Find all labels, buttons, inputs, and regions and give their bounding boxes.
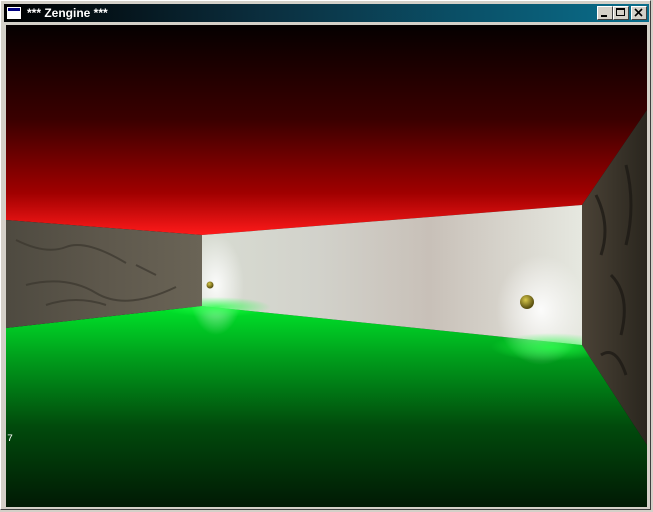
light-orb-right — [520, 295, 534, 309]
minimize-button[interactable] — [597, 6, 613, 20]
window-title: *** Zengine *** — [27, 6, 108, 20]
maximize-icon — [616, 8, 625, 16]
fps-counter: 7 — [7, 434, 14, 445]
caption-buttons — [597, 6, 647, 20]
close-icon — [634, 8, 643, 17]
3d-scene — [6, 25, 647, 507]
close-button[interactable] — [631, 6, 647, 20]
light-orb-left — [206, 281, 214, 289]
minimize-icon — [601, 15, 607, 17]
app-icon[interactable] — [6, 6, 22, 20]
title-bar[interactable]: *** Zengine *** — [4, 4, 649, 22]
app-window: *** Zengine *** 7 — [0, 0, 651, 510]
ceiling — [6, 25, 647, 235]
render-viewport[interactable]: 7 — [6, 25, 647, 507]
maximize-button[interactable] — [613, 6, 629, 20]
